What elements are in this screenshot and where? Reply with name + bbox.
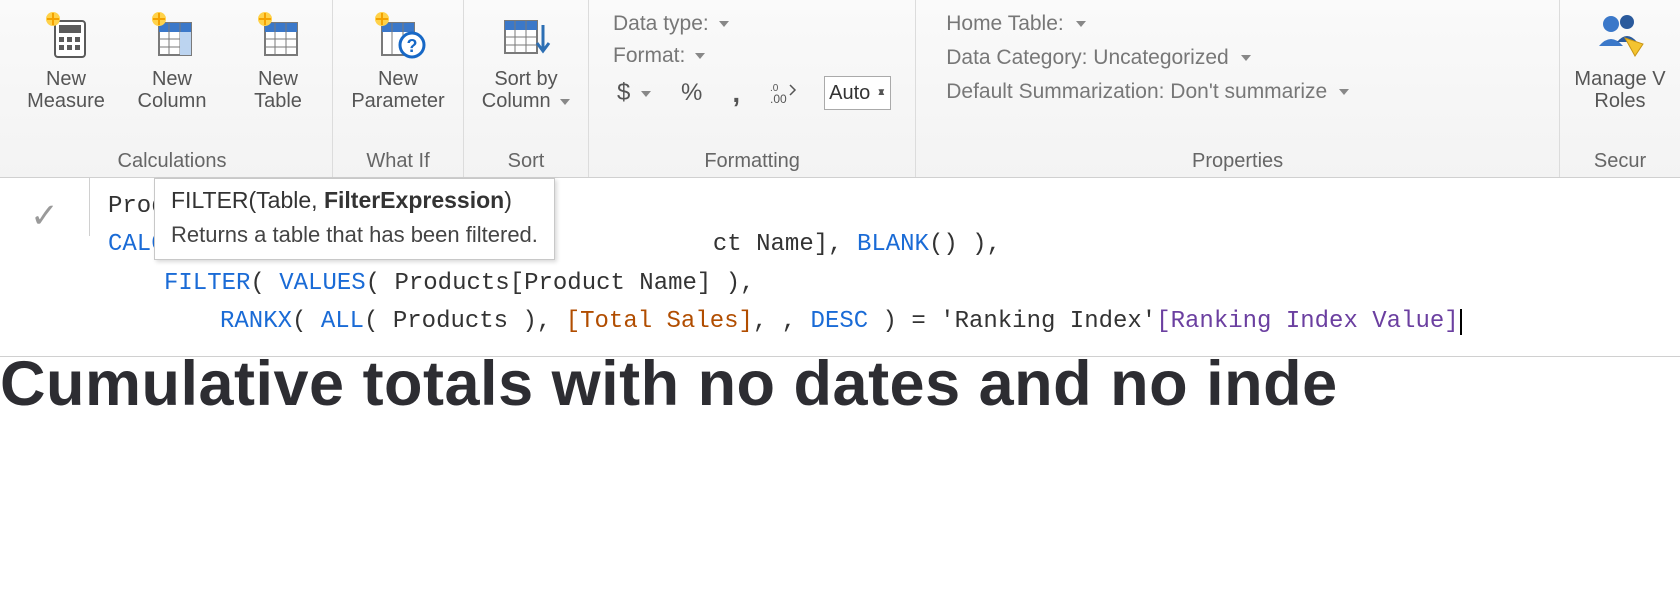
group-sort: Sort by Column Sort xyxy=(464,0,589,177)
chevron-down-icon xyxy=(1335,80,1349,104)
new-measure-icon xyxy=(38,6,94,62)
page-headline: Cumulative totals with no dates and no i… xyxy=(0,353,1680,416)
tooltip-signature: FILTER(Table, FilterExpression) xyxy=(171,183,538,218)
chevron-down-icon xyxy=(1072,12,1086,36)
chevron-down-icon xyxy=(691,44,705,67)
group-security: Manage V Roles Secur xyxy=(1560,0,1680,177)
group-formatting: Data type: Format: $ % , .0.00 Auto ▲▼ F… xyxy=(589,0,916,177)
data-type-dropdown[interactable]: Data type: xyxy=(613,12,729,36)
new-table-button[interactable]: New Table xyxy=(234,6,322,112)
new-table-icon xyxy=(250,6,306,62)
group-calculations: New Measure New Column xyxy=(12,0,333,177)
chevron-down-icon xyxy=(637,79,651,106)
formula-line-3: FILTER( VALUES( Products[Product Name] )… xyxy=(108,265,1664,303)
text-caret xyxy=(1460,309,1462,335)
new-measure-label: New Measure xyxy=(27,68,105,112)
chevron-down-icon xyxy=(715,12,729,35)
intellisense-tooltip: FILTER(Table, FilterExpression) Returns … xyxy=(154,178,555,260)
currency-format-button[interactable]: $ xyxy=(613,79,655,107)
sort-by-column-icon xyxy=(498,6,554,62)
group-properties-title: Properties xyxy=(1192,146,1283,173)
group-properties: Home Table: Data Category: Uncategorized… xyxy=(916,0,1560,177)
ribbon: New Measure New Column xyxy=(0,0,1680,178)
default-summarization-dropdown[interactable]: Default Summarization: Don't summarize xyxy=(946,80,1529,104)
manage-roles-button[interactable]: Manage V Roles xyxy=(1570,6,1670,112)
format-dropdown[interactable]: Format: xyxy=(613,44,705,68)
data-category-dropdown[interactable]: Data Category: Uncategorized xyxy=(946,46,1529,70)
decimal-auto-value: Auto xyxy=(829,82,870,105)
decimal-places-button[interactable]: .0.00 xyxy=(766,81,802,105)
new-column-button[interactable]: New Column xyxy=(128,6,216,112)
formula-editor[interactable]: FILTER(Table, FilterExpression) Returns … xyxy=(90,178,1680,356)
manage-roles-label: Manage V Roles xyxy=(1574,68,1665,112)
thousand-sep-button[interactable]: , xyxy=(728,77,744,109)
new-parameter-icon: ? xyxy=(370,6,426,62)
group-sort-title: Sort xyxy=(508,146,545,173)
group-security-title: Secur xyxy=(1594,146,1646,173)
group-whatif: ? New Parameter What If xyxy=(333,0,464,177)
percent-format-button[interactable]: % xyxy=(677,79,706,107)
commit-formula-button[interactable]: ✓ xyxy=(30,196,59,236)
new-parameter-label: New Parameter xyxy=(351,68,444,112)
svg-text:?: ? xyxy=(407,36,418,56)
manage-roles-icon xyxy=(1592,6,1648,62)
decimal-auto-stepper[interactable]: Auto ▲▼ xyxy=(824,76,891,110)
new-measure-button[interactable]: New Measure xyxy=(22,6,110,112)
formula-line-4: RANKX( ALL( Products ), [Total Sales], ,… xyxy=(108,303,1664,341)
tooltip-description: Returns a table that has been filtered. xyxy=(171,218,538,251)
group-formatting-title: Formatting xyxy=(704,146,800,173)
chevron-down-icon xyxy=(556,90,570,112)
new-column-label: New Column xyxy=(138,68,207,112)
home-table-dropdown[interactable]: Home Table: xyxy=(946,12,1529,36)
new-parameter-button[interactable]: ? New Parameter xyxy=(343,6,453,112)
group-calculations-title: Calculations xyxy=(118,146,227,173)
svg-text:.00: .00 xyxy=(770,92,787,105)
group-whatif-title: What If xyxy=(366,146,429,173)
formula-confirm-column: ✓ xyxy=(0,178,90,236)
sort-by-column-button[interactable]: Sort by Column xyxy=(474,6,578,112)
new-table-label: New Table xyxy=(254,68,302,112)
sort-by-column-label: Sort by Column xyxy=(482,68,570,112)
chevron-down-icon xyxy=(1237,46,1251,70)
new-column-icon xyxy=(144,6,200,62)
formula-bar: ✓ FILTER(Table, FilterExpression) Return… xyxy=(0,178,1680,357)
